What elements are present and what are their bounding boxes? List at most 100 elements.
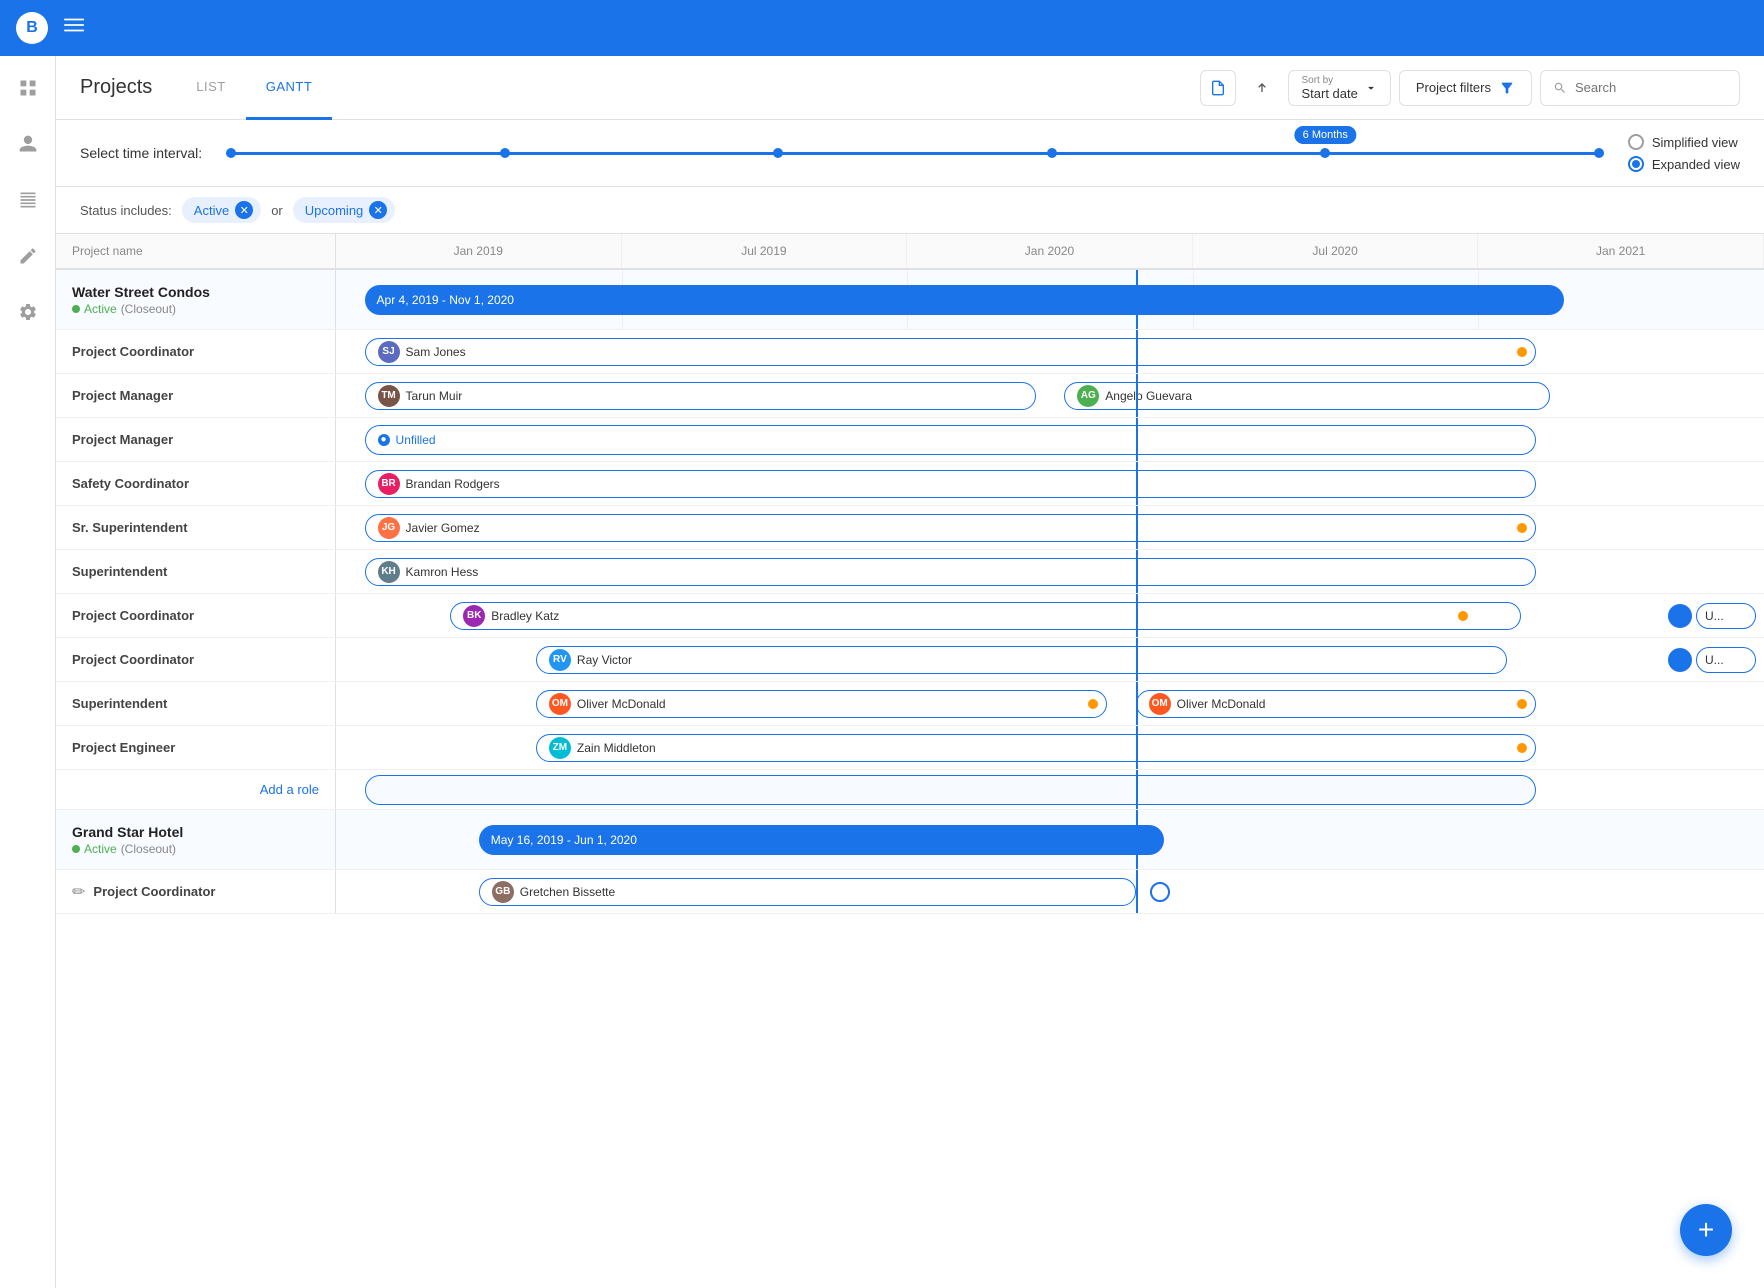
toolbar: Projects LIST GANTT Sort by Start date P…	[56, 56, 1764, 120]
person-bar[interactable]: RV Ray Victor	[536, 646, 1507, 674]
person-name-tarun: Tarun Muir	[406, 389, 463, 403]
slider-dot-4[interactable]	[1047, 148, 1057, 158]
add-role-button[interactable]: Add a role	[260, 782, 319, 797]
role-title-cell: Project Engineer	[56, 726, 336, 769]
unfilled-bar[interactable]: ● Unfilled	[365, 425, 1536, 455]
role-bar-area: SJ Sam Jones	[336, 330, 1764, 373]
active-chip-label: Active	[194, 203, 229, 218]
role-label: Sr. Superintendent	[72, 520, 188, 535]
slider-dot-5[interactable]: 6 Months	[1320, 148, 1330, 158]
project-bar-label-2: May 16, 2019 - Jun 1, 2020	[491, 833, 637, 847]
expanded-radio[interactable]	[1628, 156, 1644, 172]
sidebar-item-table[interactable]	[12, 184, 44, 216]
time-interval-slider[interactable]: 6 Months	[226, 141, 1604, 165]
project-bar-label: Apr 4, 2019 - Nov 1, 2020	[377, 293, 514, 307]
project-name-cell-2: Grand Star Hotel Active (Closeout)	[56, 810, 336, 869]
role-row-sam-jones: Project Coordinator SJ Sam Jones	[56, 330, 1764, 374]
person-bar[interactable]: KH Kamron Hess	[365, 558, 1536, 586]
sidebar-item-tools[interactable]	[12, 240, 44, 272]
today-line-r	[1136, 418, 1138, 461]
project-main-bar[interactable]: Apr 4, 2019 - Nov 1, 2020	[365, 285, 1565, 315]
avatar: ZM	[549, 737, 571, 759]
sidebar-item-people[interactable]	[12, 128, 44, 160]
person-bar-oliver1[interactable]: OM Oliver McDonald	[536, 690, 1107, 718]
role-row-kamron: Superintendent KH Kamron Hess	[56, 550, 1764, 594]
expanded-radio-fill	[1632, 160, 1640, 168]
tab-list: LIST GANTT	[176, 56, 332, 120]
upcoming-chip-close[interactable]: ✕	[369, 201, 387, 219]
person-bar[interactable]: SJ Sam Jones	[365, 338, 1536, 366]
role-row-gretchen: ✏ Project Coordinator GB Gretchen Bisset…	[56, 870, 1764, 914]
add-fab[interactable]: +	[1680, 1204, 1732, 1256]
status-dot-2	[72, 845, 80, 853]
active-chip-close[interactable]: ✕	[235, 201, 253, 219]
unfilled-label: Unfilled	[396, 433, 436, 447]
expanded-view-label: Expanded view	[1652, 157, 1740, 172]
person-name-angelo: Angelo Guevara	[1105, 389, 1192, 403]
project-main-bar-2[interactable]: May 16, 2019 - Jun 1, 2020	[479, 825, 1164, 855]
expanded-view-option[interactable]: Expanded view	[1628, 156, 1740, 172]
sidebar-item-grid[interactable]	[12, 72, 44, 104]
role-bar-area: BK Bradley Katz U...	[336, 594, 1764, 637]
person-bar[interactable]: BR Brandan Rodgers	[365, 470, 1536, 498]
col-timeline: Jan 2019 Jul 2019 Jan 2020 Jul 2020 Jan …	[336, 234, 1764, 268]
extra-chip[interactable]: U...	[1696, 603, 1756, 629]
simplified-radio[interactable]	[1628, 134, 1644, 150]
extra-chip-label-2: U...	[1705, 653, 1724, 667]
person-bar[interactable]: BK Bradley Katz	[450, 602, 1521, 630]
search-box[interactable]	[1540, 70, 1740, 106]
role-label: Project Manager	[72, 388, 173, 403]
person-bar-tarun[interactable]: TM Tarun Muir	[365, 382, 1036, 410]
app-logo: B	[16, 12, 48, 44]
simplified-view-label: Simplified view	[1652, 135, 1738, 150]
extra-chip-2[interactable]: U...	[1696, 647, 1756, 673]
role-row-brandan: Safety Coordinator BR Brandan Rodgers	[56, 462, 1764, 506]
today-line-r	[1136, 330, 1138, 373]
project-status: Active (Closeout)	[72, 302, 176, 316]
role-title-cell: Project Manager	[56, 374, 336, 417]
person-bar[interactable]: ZM Zain Middleton	[536, 734, 1536, 762]
person-bar[interactable]: JG Javier Gomez	[365, 514, 1536, 542]
person-name-gretchen: Gretchen Bissette	[520, 885, 615, 899]
slider-active-label: 6 Months	[1295, 126, 1356, 144]
sort-button[interactable]: Sort by Start date	[1288, 70, 1390, 106]
avatar: KH	[378, 561, 400, 583]
person-bar-oliver2[interactable]: OM Oliver McDonald	[1136, 690, 1536, 718]
role-label: Project Coordinator	[72, 652, 194, 667]
upload-button[interactable]	[1244, 70, 1280, 106]
timeline-jan2019: Jan 2019	[336, 234, 622, 268]
sort-field: Start date	[1301, 86, 1357, 101]
timeline-jul2020: Jul 2020	[1193, 234, 1479, 268]
tab-list[interactable]: LIST	[176, 56, 245, 120]
role-title-cell: Superintendent	[56, 682, 336, 725]
tab-gantt[interactable]: GANTT	[246, 56, 333, 120]
filter-button[interactable]: Project filters	[1399, 70, 1532, 106]
upcoming-chip-label: Upcoming	[305, 203, 364, 218]
export-button[interactable]	[1200, 70, 1236, 106]
avatar-oliver1: OM	[549, 693, 571, 715]
gantt-area[interactable]: Select time interval: 6 Months	[56, 120, 1764, 1288]
slider-dot-6[interactable]	[1594, 148, 1604, 158]
person-bar-gretchen[interactable]: GB Gretchen Bissette	[479, 878, 1136, 906]
person-name: Javier Gomez	[406, 521, 480, 535]
menu-icon[interactable]	[64, 14, 86, 42]
role-bar-area: ZM Zain Middleton	[336, 726, 1764, 769]
slider-dot-1[interactable]	[226, 148, 236, 158]
role-title-cell: Project Coordinator	[56, 330, 336, 373]
avatar: BK	[463, 605, 485, 627]
slider-dot-2[interactable]	[500, 148, 510, 158]
edit-icon[interactable]: ✏	[72, 882, 85, 902]
person-name: Zain Middleton	[577, 741, 656, 755]
role-bar-area: OM Oliver McDonald OM Oliver McDonald	[336, 682, 1764, 725]
empty-add-bar	[365, 775, 1536, 805]
slider-dot-3[interactable]	[773, 148, 783, 158]
status-closeout: (Closeout)	[121, 302, 176, 316]
search-input[interactable]	[1575, 80, 1727, 95]
simplified-view-option[interactable]: Simplified view	[1628, 134, 1740, 150]
role-label: Safety Coordinator	[72, 476, 189, 491]
role-bar-area: ● Unfilled	[336, 418, 1764, 461]
sidebar-item-settings[interactable]	[12, 296, 44, 328]
today-line-r	[1136, 638, 1138, 681]
status-chip-upcoming: Upcoming ✕	[293, 197, 396, 223]
avatar-unfilled: ●	[378, 434, 390, 446]
